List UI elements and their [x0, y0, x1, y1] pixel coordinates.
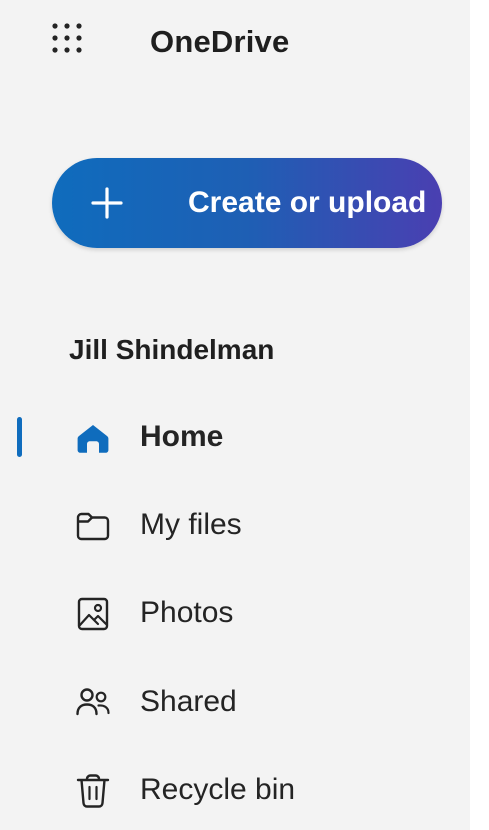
nav-item-label: My files	[140, 508, 242, 541]
nav-item-my-files[interactable]: My files	[0, 490, 470, 560]
active-indicator	[17, 417, 22, 457]
account-name: Jill Shindelman	[69, 334, 275, 365]
plus-icon	[91, 187, 123, 219]
nav-item-label: Photos	[140, 596, 234, 629]
folder-icon	[74, 507, 112, 545]
nav-item-photos[interactable]: Photos	[0, 578, 470, 648]
create-or-upload-label: Create or upload	[188, 186, 427, 219]
nav-item-label: Home	[140, 420, 224, 453]
image-icon	[74, 595, 112, 633]
home-icon	[74, 419, 112, 457]
nav-item-shared[interactable]: Shared	[0, 667, 470, 737]
top-bar: OneDrive	[0, 0, 470, 90]
nav-item-home[interactable]: Home	[0, 402, 470, 472]
nav-item-label: Recycle bin	[140, 773, 296, 806]
app-title[interactable]: OneDrive	[150, 20, 289, 64]
create-or-upload-button[interactable]: Create or upload	[52, 158, 442, 248]
people-icon	[74, 684, 112, 722]
sidebar: OneDrive Create or upload Jill Shindelma…	[0, 0, 470, 830]
nav-item-label: Shared	[140, 685, 237, 718]
trash-icon	[74, 772, 112, 810]
nav-item-recycle-bin[interactable]: Recycle bin	[0, 755, 470, 825]
app-launcher-button[interactable]	[50, 20, 90, 60]
waffle-icon	[52, 23, 82, 53]
